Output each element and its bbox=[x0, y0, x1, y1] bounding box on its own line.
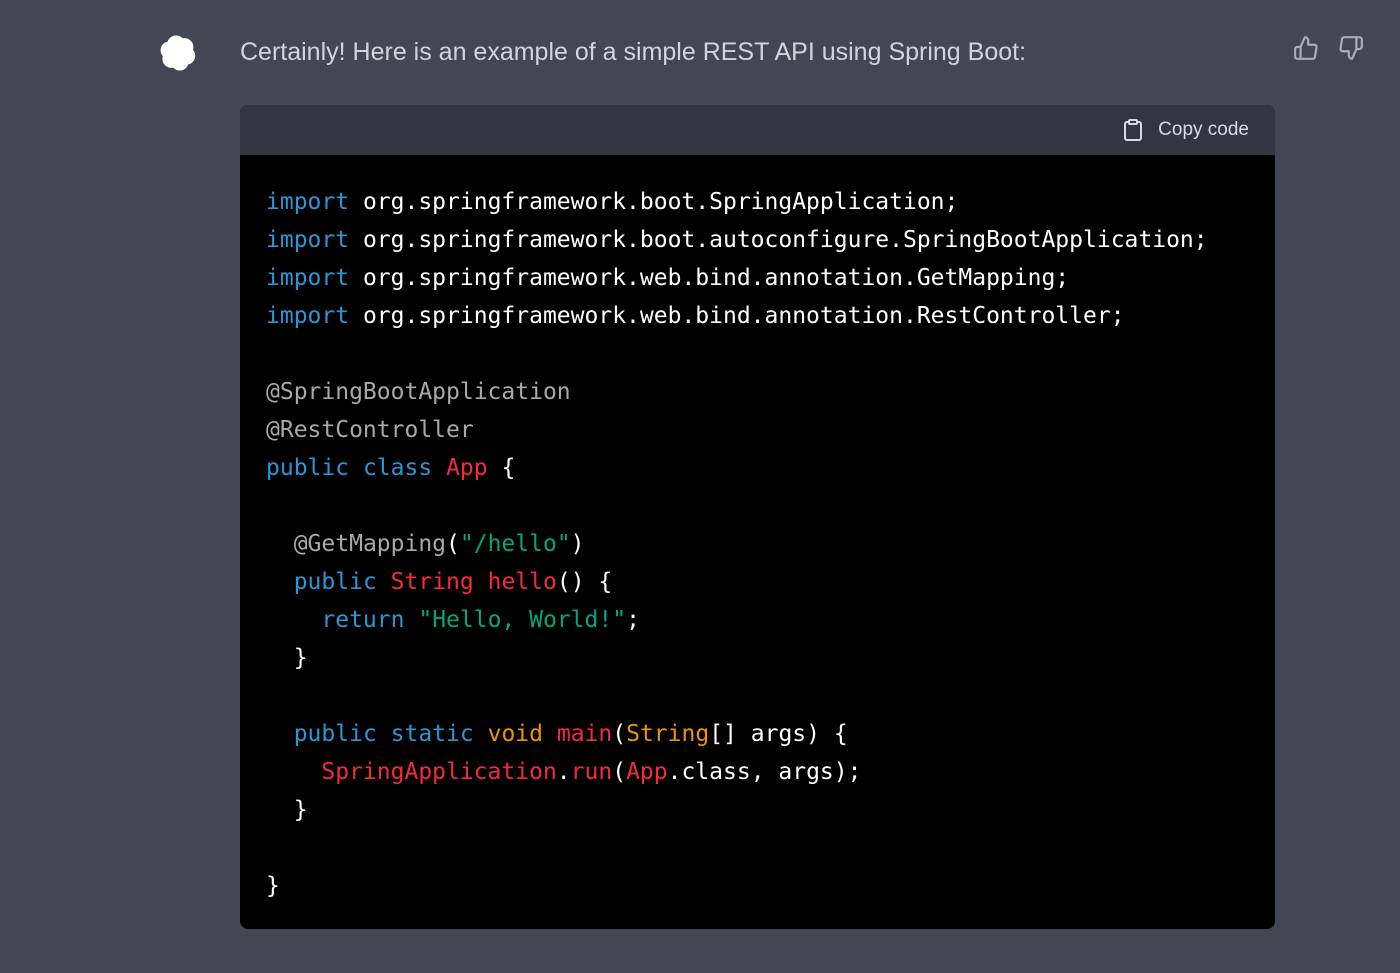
code-token-plain: ( bbox=[612, 721, 627, 747]
code-line: } bbox=[266, 639, 1249, 677]
openai-logo-icon bbox=[160, 34, 195, 71]
code-token-class: SpringApplication bbox=[321, 759, 557, 785]
code-content[interactable]: import org.springframework.boot.SpringAp… bbox=[240, 155, 1275, 905]
code-line: import org.springframework.web.bind.anno… bbox=[266, 259, 1249, 297]
code-token-plain: org.springframework.web.bind.annotation.… bbox=[349, 265, 1070, 291]
code-token-class: String bbox=[390, 569, 474, 595]
code-token-plain: .class, args); bbox=[667, 759, 862, 785]
code-token-plain: . bbox=[556, 759, 571, 785]
code-line: } bbox=[266, 867, 1249, 905]
code-token-func: main bbox=[556, 721, 613, 747]
code-token-annotation: @GetMapping bbox=[293, 531, 447, 557]
code-line: import org.springframework.web.bind.anno… bbox=[266, 297, 1249, 335]
code-token-keyword: class bbox=[362, 455, 433, 481]
code-token-keyword: import bbox=[266, 265, 350, 291]
copy-code-label: Copy code bbox=[1158, 119, 1249, 140]
code-line: @RestController bbox=[266, 411, 1249, 449]
clipboard-icon bbox=[1124, 119, 1143, 141]
code-token-plain: () { bbox=[556, 569, 613, 595]
code-token-plain: org.springframework.web.bind.annotation.… bbox=[349, 303, 1125, 329]
code-token-plain: org.springframework.boot.SpringApplicati… bbox=[349, 189, 959, 215]
code-token-string: "/hello" bbox=[459, 531, 571, 557]
thumbs-down-icon bbox=[1339, 36, 1363, 60]
thumbs-up-icon bbox=[1294, 36, 1318, 60]
code-token-annotation: @SpringBootApplication bbox=[266, 379, 571, 405]
code-block-header: Copy code bbox=[240, 105, 1275, 155]
code-token-string: "Hello, World!" bbox=[418, 607, 627, 633]
code-token-type: String bbox=[626, 721, 710, 747]
code-token-annotation: @RestController bbox=[266, 417, 474, 443]
code-token-plain: ; bbox=[626, 607, 640, 633]
code-token-plain: } bbox=[266, 797, 308, 823]
thumbs-up-button[interactable] bbox=[1291, 33, 1321, 63]
code-line: return "Hello, World!"; bbox=[266, 601, 1249, 639]
thumbs-down-button[interactable] bbox=[1336, 33, 1366, 63]
code-token-keyword: return bbox=[321, 607, 405, 633]
code-token-keyword: static bbox=[390, 721, 474, 747]
code-token-class: App bbox=[446, 455, 488, 481]
code-token-keyword: public bbox=[266, 455, 350, 481]
code-line: } bbox=[266, 791, 1249, 829]
code-token-plain: ) bbox=[570, 531, 585, 557]
code-token-plain: { bbox=[487, 455, 516, 481]
code-token-plain: } bbox=[266, 645, 308, 671]
code-token-keyword: public bbox=[293, 721, 377, 747]
code-token-keyword: public bbox=[293, 569, 377, 595]
code-line: public class App { bbox=[266, 449, 1249, 487]
code-token-keyword: import bbox=[266, 189, 350, 215]
code-token-type: void bbox=[487, 721, 543, 747]
code-line: public String hello() { bbox=[266, 563, 1249, 601]
code-token-plain: org.springframework.boot.autoconfigure.S… bbox=[349, 227, 1208, 253]
assistant-avatar bbox=[154, 29, 201, 76]
code-token-func: hello bbox=[487, 569, 557, 595]
code-token-plain: ( bbox=[612, 759, 627, 785]
code-line: public static void main(String[] args) { bbox=[266, 715, 1249, 753]
code-block: Copy code import org.springframework.boo… bbox=[240, 105, 1275, 929]
code-token-plain: ( bbox=[446, 531, 460, 557]
code-token-plain: [] args) { bbox=[709, 721, 848, 747]
copy-code-button[interactable]: Copy code bbox=[1121, 117, 1249, 143]
code-token-keyword: import bbox=[266, 227, 350, 253]
code-token-plain: } bbox=[266, 873, 280, 899]
code-token-class: App bbox=[626, 759, 668, 785]
code-token-keyword: import bbox=[266, 303, 350, 329]
code-token-func: run bbox=[570, 759, 613, 785]
code-line: import org.springframework.boot.autoconf… bbox=[266, 221, 1249, 259]
code-line: SpringApplication.run(App.class, args); bbox=[266, 753, 1249, 791]
code-line: @GetMapping("/hello") bbox=[266, 525, 1249, 563]
assistant-message-text: Certainly! Here is an example of a simpl… bbox=[240, 38, 1027, 66]
code-line: @SpringBootApplication bbox=[266, 373, 1249, 411]
code-line: import org.springframework.boot.SpringAp… bbox=[266, 183, 1249, 221]
